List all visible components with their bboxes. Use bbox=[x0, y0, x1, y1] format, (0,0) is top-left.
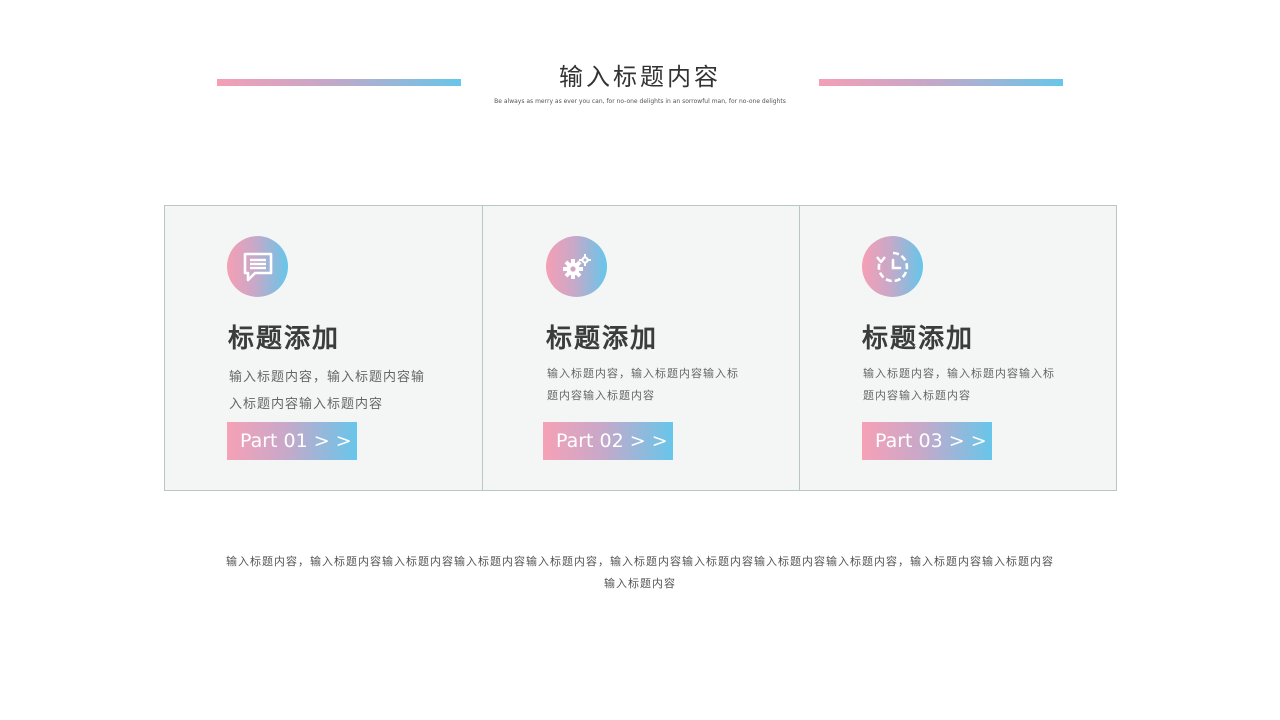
card-title: 标题添加 bbox=[228, 324, 341, 354]
card-description: 输入标题内容，输入标题内容输入标 题内容输入标题内容 bbox=[863, 363, 1055, 407]
part-02-button[interactable]: Part 02 > > bbox=[543, 422, 673, 460]
card-description-line: 输入标题内容，输入标题内容输入标 bbox=[863, 367, 1055, 380]
gears-icon bbox=[546, 236, 607, 297]
card-1: 标题添加 输入标题内容，输入标题内容输 入标题内容输入标题内容 Part 01 … bbox=[165, 206, 482, 490]
part-01-button[interactable]: Part 01 > > bbox=[227, 422, 357, 460]
card-3: 标题添加 输入标题内容，输入标题内容输入标 题内容输入标题内容 Part 03 … bbox=[799, 206, 1116, 490]
card-description: 输入标题内容，输入标题内容输 入标题内容输入标题内容 bbox=[229, 364, 425, 418]
card-description-line: 输入标题内容，输入标题内容输入标 bbox=[547, 367, 739, 380]
card-description-line: 题内容输入标题内容 bbox=[547, 389, 655, 402]
footer-description: 输入标题内容，输入标题内容输入标题内容输入标题内容输入标题内容，输入标题内容输入… bbox=[160, 551, 1120, 595]
chat-bubble-icon bbox=[227, 236, 288, 297]
header-accent-line-left bbox=[217, 79, 461, 86]
card-2: 标题添加 输入标题内容，输入标题内容输入标 题内容输入标题内容 Part 02 … bbox=[482, 206, 799, 490]
cards-panel: 标题添加 输入标题内容，输入标题内容输 入标题内容输入标题内容 Part 01 … bbox=[164, 205, 1117, 491]
card-description-line: 题内容输入标题内容 bbox=[863, 389, 971, 402]
card-title: 标题添加 bbox=[546, 324, 659, 354]
card-description: 输入标题内容，输入标题内容输入标 题内容输入标题内容 bbox=[547, 363, 739, 407]
card-description-line: 入标题内容输入标题内容 bbox=[229, 397, 384, 412]
card-description-line: 输入标题内容，输入标题内容输 bbox=[229, 370, 426, 385]
header-accent-line-right bbox=[819, 79, 1063, 86]
footer-line-1: 输入标题内容，输入标题内容输入标题内容输入标题内容输入标题内容，输入标题内容输入… bbox=[226, 555, 1054, 568]
footer-line-2: 输入标题内容 bbox=[604, 577, 676, 590]
card-title: 标题添加 bbox=[862, 324, 975, 354]
page-subtitle: Be always as merry as ever you can, for … bbox=[494, 98, 786, 105]
part-03-button[interactable]: Part 03 > > bbox=[862, 422, 992, 460]
page-title: 输入标题内容 bbox=[559, 63, 721, 91]
clock-history-icon bbox=[862, 236, 923, 297]
